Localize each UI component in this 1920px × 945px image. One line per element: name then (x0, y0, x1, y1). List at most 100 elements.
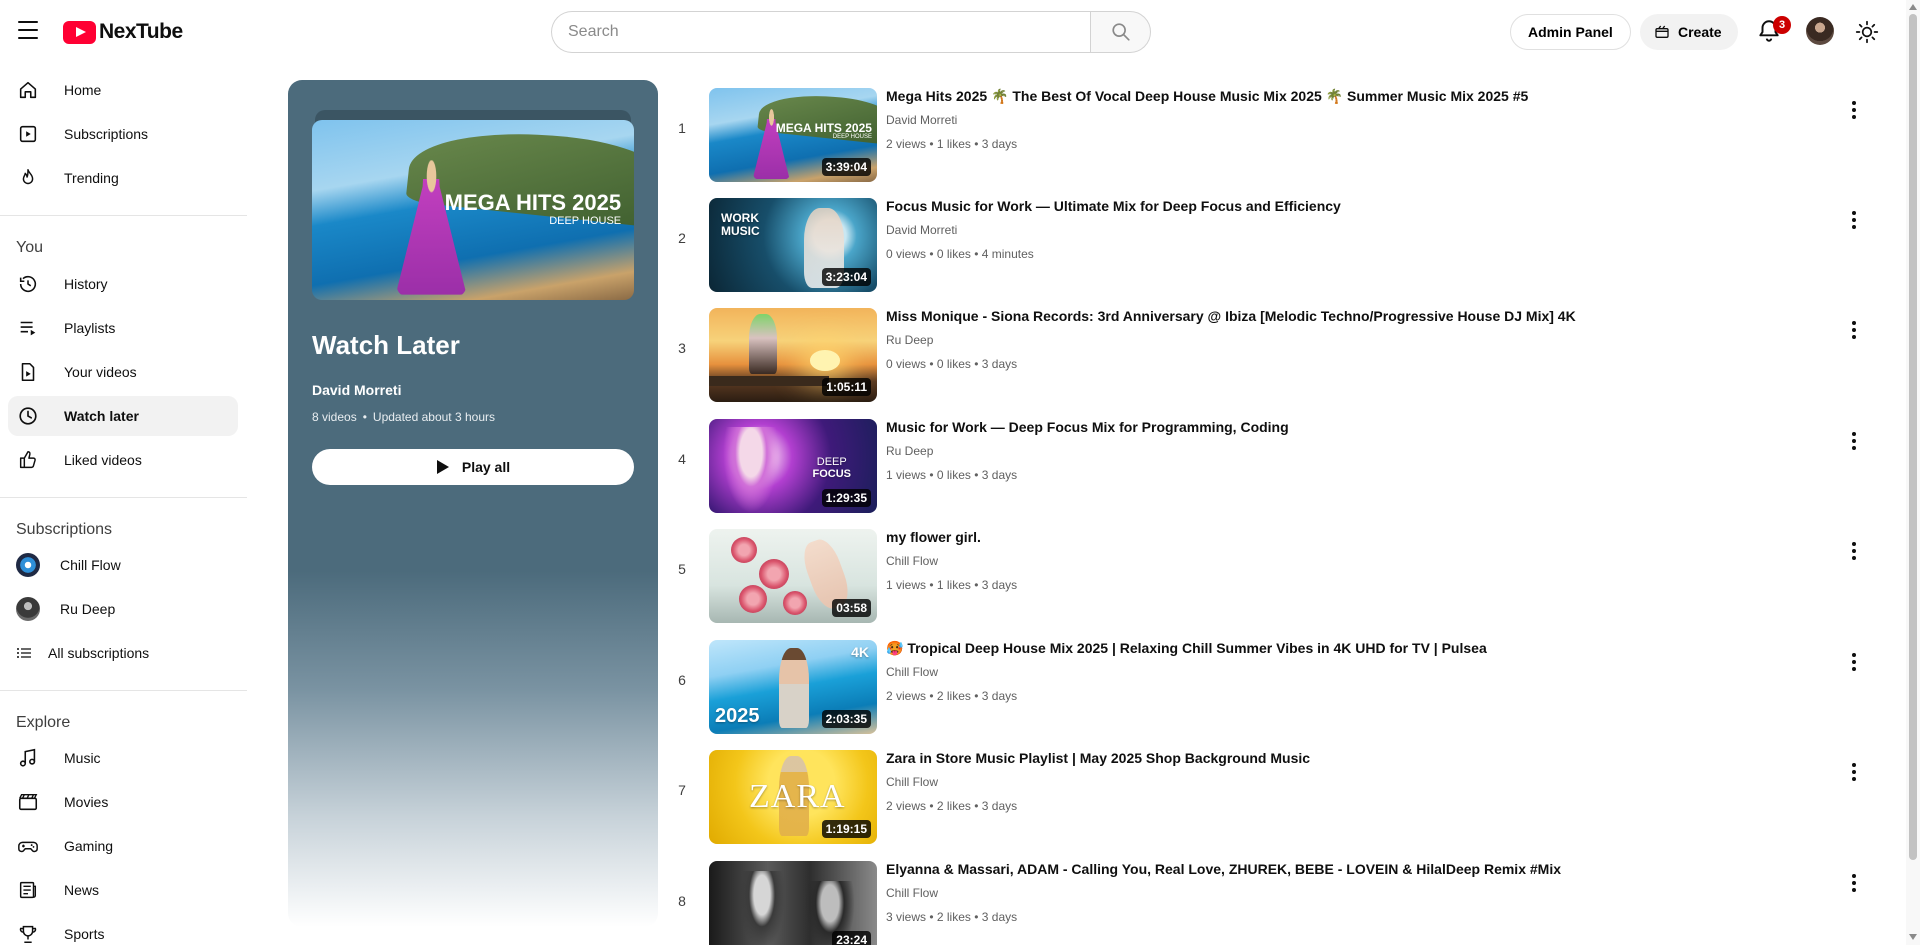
video-title[interactable]: Music for Work — Deep Focus Mix for Prog… (886, 419, 1289, 435)
video-duration: 03:58 (832, 599, 871, 617)
sports-icon (16, 922, 40, 945)
video-title[interactable]: Focus Music for Work — Ultimate Mix for … (886, 198, 1341, 214)
page-scrollbar[interactable] (1906, 0, 1920, 945)
video-channel[interactable]: Chill Flow (886, 665, 938, 679)
sidebar-item-history[interactable]: History (8, 264, 238, 304)
video-duration: 3:39:04 (821, 158, 871, 176)
music-icon (16, 746, 40, 770)
admin-panel-button[interactable]: Admin Panel (1510, 14, 1631, 50)
search-input[interactable] (551, 11, 1090, 53)
video-meta: 2 views • 1 likes • 3 days (886, 137, 1018, 151)
sidebar-item-subscriptions[interactable]: Subscriptions (8, 114, 238, 154)
list-item[interactable]: 4 DEEP FOCUS 1:29:35 Music for Work — Dee… (670, 411, 1870, 513)
create-button[interactable]: Create (1640, 14, 1738, 50)
video-channel[interactable]: Ru Deep (886, 333, 933, 347)
video-channel[interactable]: Chill Flow (886, 886, 938, 900)
list-item[interactable]: 2 WORK MUSIC 3:23:04 Focus Music for Work… (670, 190, 1870, 292)
sidebar-item-label: Ru Deep (60, 601, 116, 617)
sidebar-item-liked-videos[interactable]: Liked videos (8, 440, 238, 480)
more-options-icon[interactable] (1842, 871, 1866, 895)
video-meta: 2 views • 2 likes • 3 days (886, 689, 1018, 703)
avatar[interactable] (1806, 17, 1834, 45)
playlist-count: 8 videos (312, 410, 357, 424)
sidebar-item-your-videos[interactable]: Your videos (8, 352, 238, 392)
search-bar (551, 11, 1151, 53)
sidebar-item-playlists[interactable]: Playlists (8, 308, 238, 348)
row-index: 4 (678, 451, 686, 467)
more-options-icon[interactable] (1842, 539, 1866, 563)
meta-separator: • (362, 410, 367, 424)
more-options-icon[interactable] (1842, 429, 1866, 453)
video-thumbnail[interactable]: WORK MUSIC 3:23:04 (709, 198, 877, 292)
sidebar-item-news[interactable]: News (8, 870, 238, 910)
sidebar-item-music[interactable]: Music (8, 738, 238, 778)
sidebar-item-label: Playlists (64, 320, 116, 336)
video-channel[interactable]: David Morreti (886, 113, 957, 127)
logo[interactable]: NexTube (63, 20, 183, 44)
row-index: 2 (678, 230, 686, 246)
sidebar-item-home[interactable]: Home (8, 70, 238, 110)
sidebar-item-gaming[interactable]: Gaming (8, 826, 238, 866)
video-channel[interactable]: Chill Flow (886, 554, 938, 568)
play-all-button[interactable]: Play all (312, 449, 634, 485)
video-title[interactable]: my flower girl. (886, 529, 981, 545)
video-title[interactable]: Elyanna & Massari, ADAM - Calling You, R… (886, 861, 1561, 877)
sidebar-item-trending[interactable]: Trending (8, 158, 238, 198)
video-thumbnail[interactable]: 03:58 (709, 529, 877, 623)
video-channel[interactable]: David Morreti (886, 223, 957, 237)
create-label: Create (1678, 24, 1722, 40)
sidebar-item-watch-later[interactable]: Watch later (8, 396, 238, 436)
list-item[interactable]: 6 4K 2025 2:03:35 🥵 Tropical Deep House … (670, 632, 1870, 734)
sidebar-item-label: Liked videos (64, 452, 142, 468)
menu-icon[interactable] (16, 18, 40, 42)
list-item[interactable]: 3 1:05:11 Miss Monique - Siona Records: … (670, 300, 1870, 402)
sidebar: Home Subscriptions Trending You History … (0, 64, 247, 945)
liked-videos-icon (16, 448, 40, 472)
sidebar-item-movies[interactable]: Movies (8, 782, 238, 822)
sidebar-item-label: Trending (64, 170, 119, 186)
video-duration: 3:23:04 (821, 268, 871, 286)
sidebar-item-sports[interactable]: Sports (8, 914, 238, 945)
scroll-up-arrow-icon[interactable] (1909, 4, 1917, 10)
list-item[interactable]: 7 ZARA 1:19:15 Zara in Store Music Playl… (670, 742, 1870, 844)
video-thumbnail[interactable]: 4K 2025 2:03:35 (709, 640, 877, 734)
list-item[interactable]: 8 23:24 Elyanna & Massari, ADAM - Callin… (670, 853, 1870, 945)
row-index: 5 (678, 561, 686, 577)
video-thumbnail[interactable]: DEEP FOCUS 1:29:35 (709, 419, 877, 513)
sidebar-sub-chill-flow[interactable]: Chill Flow (8, 545, 238, 585)
video-channel[interactable]: Ru Deep (886, 444, 933, 458)
video-channel[interactable]: Chill Flow (886, 775, 938, 789)
sidebar-sub-ru-deep[interactable]: Ru Deep (8, 589, 238, 629)
thumbnail-title: 2025 (715, 705, 760, 727)
video-title[interactable]: Miss Monique - Siona Records: 3rd Annive… (886, 308, 1576, 324)
home-icon (16, 78, 40, 102)
scroll-down-arrow-icon[interactable] (1909, 934, 1917, 940)
list-item[interactable]: 1 MEGA HITS 2025 DEEP HOUSE 3:39:04 Mega … (670, 80, 1870, 182)
video-meta: 3 views • 2 likes • 3 days (886, 910, 1018, 924)
playlists-icon (16, 316, 40, 340)
playlist-owner[interactable]: David Morreti (312, 382, 401, 398)
more-options-icon[interactable] (1842, 760, 1866, 784)
logo-play-icon (63, 20, 96, 44)
video-title[interactable]: Mega Hits 2025 🌴 The Best Of Vocal Deep … (886, 88, 1528, 105)
video-thumbnail[interactable]: ZARA 1:19:15 (709, 750, 877, 844)
more-options-icon[interactable] (1842, 650, 1866, 674)
more-options-icon[interactable] (1842, 98, 1866, 122)
search-button[interactable] (1090, 11, 1151, 53)
list-item[interactable]: 5 03:58 my flower girl. Chill Flow 1 vie… (670, 521, 1870, 623)
video-title[interactable]: 🥵 Tropical Deep House Mix 2025 | Relaxin… (886, 640, 1487, 657)
video-thumbnail[interactable]: 1:05:11 (709, 308, 877, 402)
playlist-updated: Updated about 3 hours (372, 410, 495, 424)
sidebar-item-all-subscriptions[interactable]: All subscriptions (8, 633, 238, 673)
video-thumbnail[interactable]: 23:24 (709, 861, 877, 945)
video-thumbnail[interactable]: MEGA HITS 2025 DEEP HOUSE 3:39:04 (709, 88, 877, 182)
theme-toggle-icon[interactable] (1854, 19, 1880, 45)
sidebar-item-label: Your videos (64, 364, 137, 380)
playlist-thumbnail[interactable]: MEGA HITS 2025 DEEP HOUSE (312, 120, 634, 300)
video-title[interactable]: Zara in Store Music Playlist | May 2025 … (886, 750, 1310, 766)
playlist-title: Watch Later (312, 330, 460, 360)
more-options-icon[interactable] (1842, 318, 1866, 342)
scroll-thumb[interactable] (1909, 14, 1917, 860)
thumbnail-image: MEGA HITS 2025 DEEP HOUSE (312, 120, 634, 300)
more-options-icon[interactable] (1842, 208, 1866, 232)
